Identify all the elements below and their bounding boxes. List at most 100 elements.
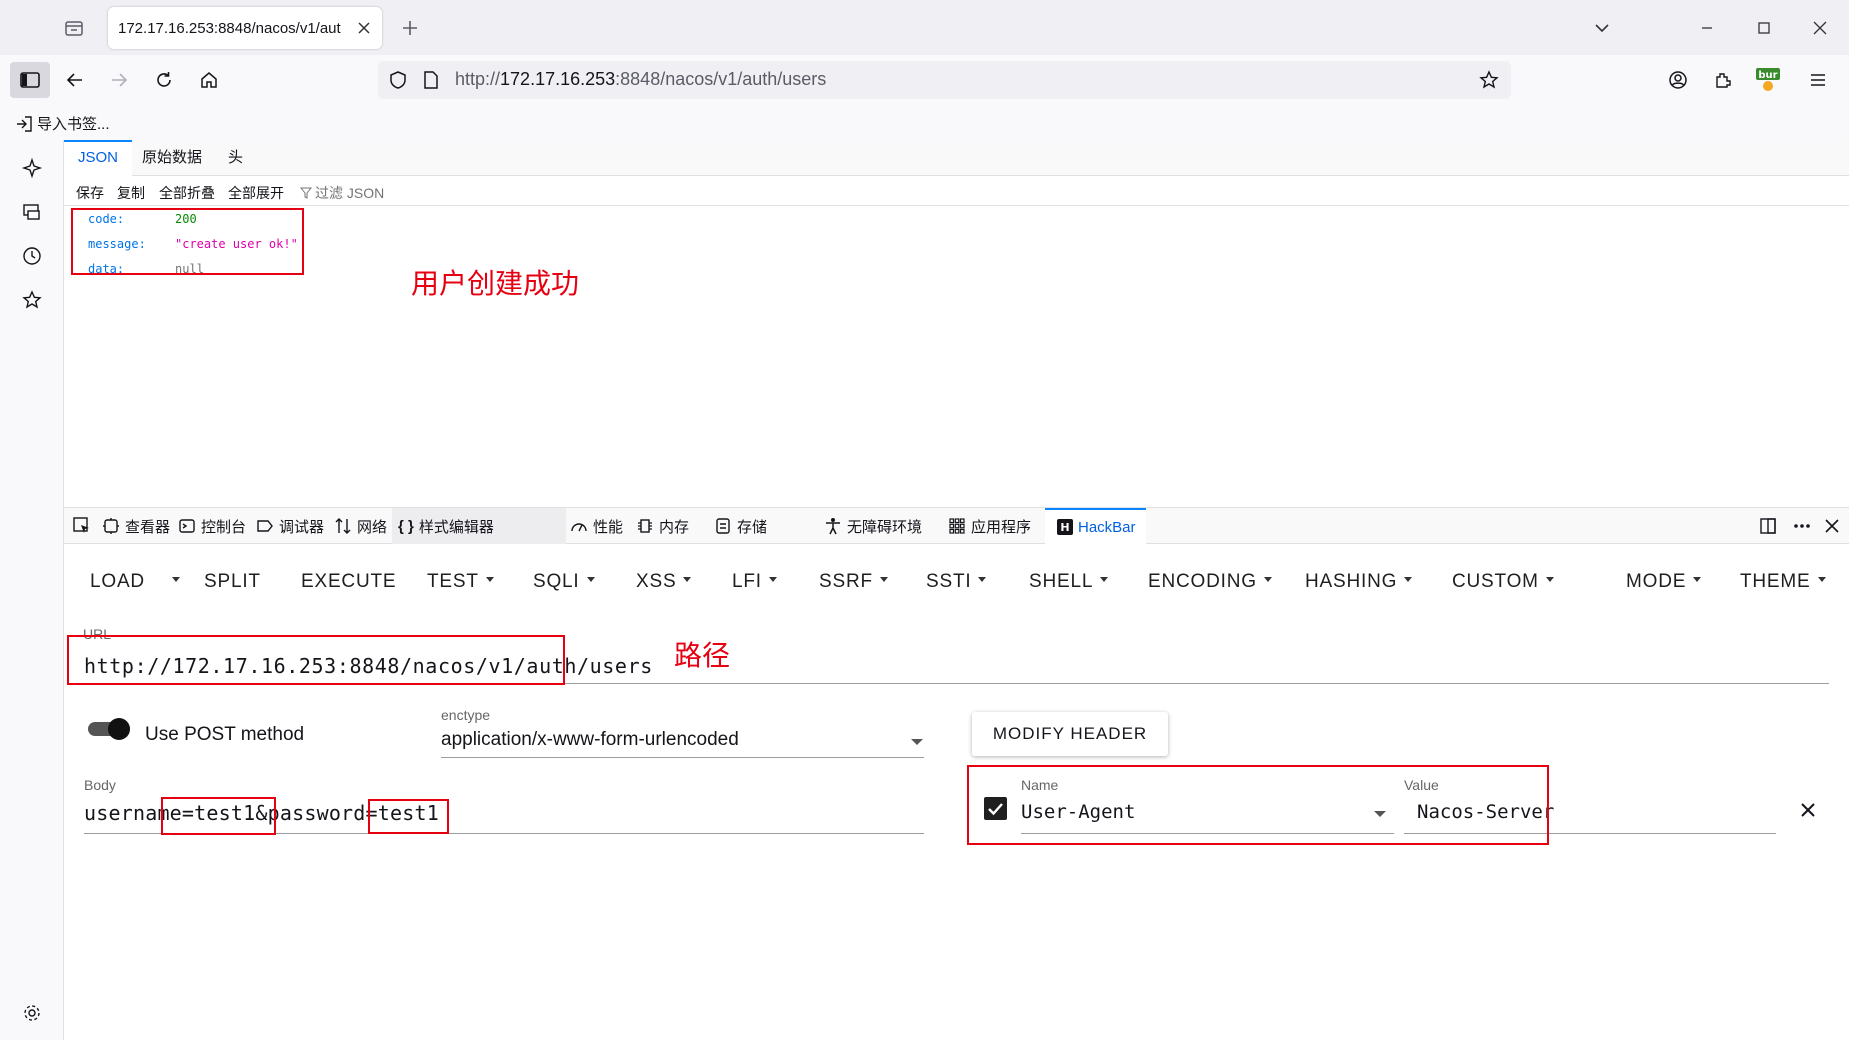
bookmark-star-icon[interactable]	[1479, 70, 1499, 90]
expand-all-button[interactable]: 全部展开	[228, 183, 284, 203]
ai-chatbot-icon[interactable]	[19, 155, 45, 181]
shell-menu-label: SHELL	[1029, 571, 1094, 592]
caret-down-icon	[1817, 577, 1826, 583]
close-devtools-icon[interactable]	[1823, 508, 1841, 544]
sidebar-toggle-icon[interactable]	[10, 62, 50, 98]
tab-raw-data[interactable]: 原始数据	[128, 140, 216, 176]
chevron-down-icon[interactable]	[1592, 18, 1612, 38]
post-method-toggle[interactable]	[86, 716, 132, 742]
remove-header-icon[interactable]	[1798, 800, 1818, 820]
menu-icon[interactable]	[1800, 62, 1836, 98]
page-icon[interactable]	[422, 70, 440, 90]
enctype-label: enctype	[441, 707, 491, 723]
caret-down-icon	[978, 577, 987, 583]
accessibility-icon	[826, 518, 840, 535]
custom-menu[interactable]: CUSTOM	[1452, 571, 1554, 593]
storage-icon	[716, 518, 730, 534]
tab-memory[interactable]: 内存	[636, 508, 689, 544]
maximize-icon[interactable]	[1754, 18, 1774, 38]
reload-icon[interactable]	[146, 62, 182, 98]
filter-json[interactable]: 过滤 JSON	[300, 183, 384, 203]
url-bar[interactable]: http://172.17.16.253:8848/nacos/v1/auth/…	[378, 61, 1511, 99]
close-tab-icon[interactable]	[356, 20, 372, 36]
sqli-menu[interactable]: SQLI	[533, 571, 595, 593]
shield-icon[interactable]	[388, 70, 408, 90]
json-row: code: 200	[64, 206, 1849, 231]
custom-menu-label: CUSTOM	[1452, 571, 1539, 592]
url-scheme: http://	[455, 69, 501, 89]
test-menu[interactable]: TEST	[427, 571, 494, 593]
load-dropdown[interactable]	[165, 571, 180, 593]
annotation-success: 用户创建成功	[411, 267, 580, 300]
collapse-all-button[interactable]: 全部折叠	[159, 183, 215, 203]
enctype-select[interactable]: application/x-www-form-urlencoded	[441, 727, 924, 755]
filter-icon	[300, 187, 312, 199]
tab-accessibility[interactable]: 无障碍环境	[824, 508, 922, 544]
element-picker-icon[interactable]	[72, 508, 92, 544]
tab-performance[interactable]: 性能	[570, 508, 623, 544]
lfi-menu[interactable]: LFI	[732, 571, 777, 593]
tab-network[interactable]: 网络	[334, 508, 387, 544]
xss-menu[interactable]: XSS	[636, 571, 692, 593]
new-tab-icon[interactable]	[400, 18, 420, 38]
tab-title: 172.17.16.253:8848/nacos/v1/aut	[118, 19, 341, 37]
forward-icon[interactable]	[101, 62, 137, 98]
shell-menu[interactable]: SHELL	[1029, 571, 1109, 593]
tab-strip: 172.17.16.253:8848/nacos/v1/aut	[0, 0, 1849, 55]
navigation-bar: http://172.17.16.253:8848/nacos/v1/auth/…	[0, 55, 1849, 105]
annotation-box-url	[67, 635, 565, 685]
memory-icon	[638, 519, 652, 533]
tab-application[interactable]: 应用程序	[948, 508, 1031, 544]
caret-down-icon	[172, 577, 180, 583]
tab-storage[interactable]: 存储	[714, 508, 767, 544]
extensions-icon[interactable]	[1705, 62, 1741, 98]
ssti-menu[interactable]: SSTI	[926, 571, 987, 593]
minimize-icon[interactable]	[1697, 18, 1717, 38]
tab-style-editor[interactable]: { } 样式编辑器	[392, 508, 566, 544]
bookmarks-toolbar: 导入书签...	[0, 105, 1849, 140]
history-icon[interactable]	[19, 243, 45, 269]
browser-tab[interactable]: 172.17.16.253:8848/nacos/v1/aut	[108, 7, 382, 49]
tab-debugger[interactable]: 调试器	[256, 508, 324, 544]
network-icon	[335, 518, 351, 534]
home-icon[interactable]	[191, 62, 227, 98]
url-text[interactable]: http://172.17.16.253:8848/nacos/v1/auth/…	[455, 69, 826, 90]
copy-button[interactable]: 复制	[117, 183, 145, 203]
tab-inspector[interactable]: 查看器	[102, 508, 170, 544]
dock-side-icon[interactable]	[1758, 508, 1778, 544]
back-icon[interactable]	[57, 62, 93, 98]
tab-headers[interactable]: 头	[214, 140, 257, 176]
split-button[interactable]: SPLIT	[204, 571, 261, 593]
settings-gear-icon[interactable]	[19, 1000, 45, 1026]
annotation-box-header	[967, 765, 1549, 845]
console-icon	[179, 519, 195, 533]
tab-list-icon[interactable]	[64, 18, 84, 38]
caret-down-icon	[879, 577, 888, 583]
theme-menu[interactable]: THEME	[1740, 571, 1826, 593]
mode-menu[interactable]: MODE	[1626, 571, 1702, 593]
import-bookmarks[interactable]: 导入书签...	[15, 113, 110, 134]
burp-extension-icon[interactable]: bur	[1750, 62, 1786, 98]
hashing-menu[interactable]: HASHING	[1305, 571, 1413, 593]
tab-json[interactable]: JSON	[64, 140, 133, 176]
more-options-icon[interactable]	[1792, 508, 1812, 544]
devtools-panel: 查看器 控制台 调试器 网络 { } 样式编辑器 性能 内存 存储 无障碍环境 …	[64, 507, 1849, 1040]
encoding-menu[interactable]: ENCODING	[1148, 571, 1272, 593]
tab-hackbar[interactable]: H HackBar	[1045, 508, 1146, 544]
modify-header-button[interactable]: MODIFY HEADER	[972, 712, 1168, 756]
ssrf-menu[interactable]: SSRF	[819, 571, 888, 593]
close-window-icon[interactable]	[1810, 18, 1830, 38]
save-button[interactable]: 保存	[76, 183, 104, 203]
json-toolbar: 保存 复制 全部折叠 全部展开 过滤 JSON	[64, 176, 1849, 206]
enctype-value: application/x-www-form-urlencoded	[441, 729, 739, 750]
account-icon[interactable]	[1660, 62, 1696, 98]
annotation-box-username	[161, 797, 276, 835]
load-button[interactable]: LOAD	[90, 571, 145, 593]
tab-console[interactable]: 控制台	[178, 508, 246, 544]
theme-menu-label: THEME	[1740, 571, 1811, 592]
caret-down-icon	[1100, 577, 1109, 583]
mode-menu-label: MODE	[1626, 571, 1687, 592]
bookmarks-star-icon[interactable]	[19, 287, 45, 313]
synced-tabs-icon[interactable]	[19, 199, 45, 225]
execute-button[interactable]: EXECUTE	[301, 571, 396, 593]
